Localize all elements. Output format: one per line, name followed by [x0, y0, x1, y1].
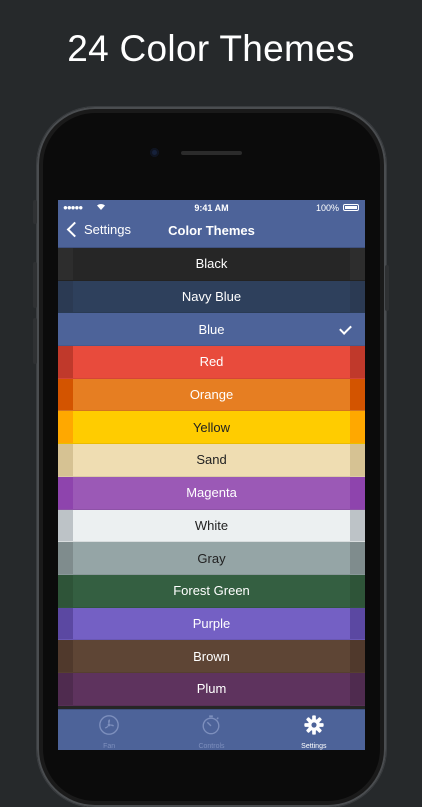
- battery-percent: 100%: [315, 203, 339, 213]
- navigation-bar: Settings Color Themes: [58, 216, 365, 248]
- tab-label: Controls: [198, 743, 225, 750]
- theme-name: Forest Green: [173, 583, 250, 599]
- theme-row[interactable]: Gray: [58, 542, 365, 575]
- theme-accent-strip: [350, 574, 365, 607]
- theme-name: Plum: [196, 681, 227, 697]
- theme-accent-strip: [58, 574, 73, 607]
- theme-accent-strip: [350, 378, 365, 411]
- power-button: [385, 265, 389, 311]
- theme-accent-strip: [58, 280, 73, 313]
- theme-row[interactable]: Purple: [58, 607, 365, 641]
- theme-accent-strip: [58, 313, 73, 346]
- theme-name: Purple: [192, 615, 231, 631]
- tab-controls[interactable]: Controls: [160, 710, 262, 750]
- theme-name: Gray: [197, 550, 226, 566]
- theme-row[interactable]: Brown: [58, 640, 365, 673]
- tab-settings[interactable]: Settings: [263, 710, 365, 750]
- volume-up-button: [33, 262, 37, 308]
- tab-bar: Fan Controls Settings: [58, 709, 365, 750]
- theme-accent-strip: [350, 672, 365, 705]
- theme-row[interactable]: Plum: [58, 672, 365, 706]
- theme-accent-strip: [350, 542, 365, 574]
- theme-row[interactable]: Yellow: [58, 411, 365, 445]
- theme-accent-strip: [58, 476, 73, 509]
- theme-accent-strip: [58, 607, 73, 640]
- tab-label: Fan: [103, 743, 116, 750]
- fan-icon: [98, 714, 120, 741]
- theme-name: Navy Blue: [181, 289, 242, 305]
- theme-accent-strip: [58, 248, 73, 280]
- status-bar: ●●●●● 9:41 AM 100%: [58, 200, 365, 216]
- theme-accent-strip: [58, 378, 73, 411]
- theme-name: Orange: [189, 387, 234, 403]
- theme-name: Black: [195, 256, 228, 272]
- theme-name: Red: [199, 354, 224, 370]
- theme-name: Yellow: [192, 419, 231, 435]
- earpiece-speaker: [181, 151, 242, 155]
- theme-accent-strip: [350, 411, 365, 444]
- theme-accent-strip: [58, 672, 73, 705]
- theme-accent-strip: [58, 444, 73, 476]
- theme-accent-strip: [350, 313, 365, 346]
- tab-label: Settings: [301, 743, 327, 750]
- theme-list: Black Navy Blue Blue Red Orange Yellow Sand Mag…: [58, 248, 365, 706]
- theme-name: White: [194, 517, 229, 533]
- theme-row[interactable]: Orange: [58, 378, 365, 412]
- theme-accent-strip: [58, 640, 73, 672]
- theme-row[interactable]: Black: [58, 248, 365, 281]
- battery-icon: [343, 204, 359, 211]
- theme-name: Sand: [196, 452, 227, 468]
- theme-row[interactable]: White: [58, 509, 365, 543]
- theme-name: Brown: [193, 648, 230, 664]
- theme-accent-strip: [350, 476, 365, 509]
- theme-accent-strip: [350, 346, 365, 378]
- theme-row[interactable]: Magenta: [58, 476, 365, 510]
- tab-fan[interactable]: Fan: [58, 710, 160, 750]
- volume-down-button: [33, 318, 37, 364]
- theme-accent-strip: [350, 607, 365, 640]
- theme-accent-strip: [58, 542, 73, 574]
- theme-row[interactable]: Red: [58, 346, 365, 379]
- gear-icon: [303, 714, 325, 741]
- front-camera: [150, 148, 159, 157]
- page-title: Color Themes: [168, 223, 255, 238]
- theme-accent-strip: [350, 280, 365, 313]
- theme-row[interactable]: Sand: [58, 444, 365, 477]
- stopwatch-icon: [200, 714, 222, 741]
- theme-accent-strip: [350, 509, 365, 542]
- headline: 24 Color Themes: [67, 28, 355, 69]
- theme-row[interactable]: Blue: [58, 313, 365, 347]
- theme-name: Magenta: [186, 485, 237, 501]
- theme-row[interactable]: Forest Green: [58, 574, 365, 608]
- theme-name: Blue: [198, 321, 225, 337]
- theme-accent-strip: [350, 444, 365, 476]
- theme-accent-strip: [350, 640, 365, 672]
- theme-accent-strip: [58, 509, 73, 542]
- mute-switch: [33, 200, 37, 224]
- phone-screen: ●●●●● 9:41 AM 100% Settings Color Themes…: [58, 200, 365, 750]
- theme-row[interactable]: Navy Blue: [58, 280, 365, 314]
- theme-accent-strip: [58, 411, 73, 444]
- theme-accent-strip: [58, 346, 73, 378]
- theme-accent-strip: [350, 248, 365, 280]
